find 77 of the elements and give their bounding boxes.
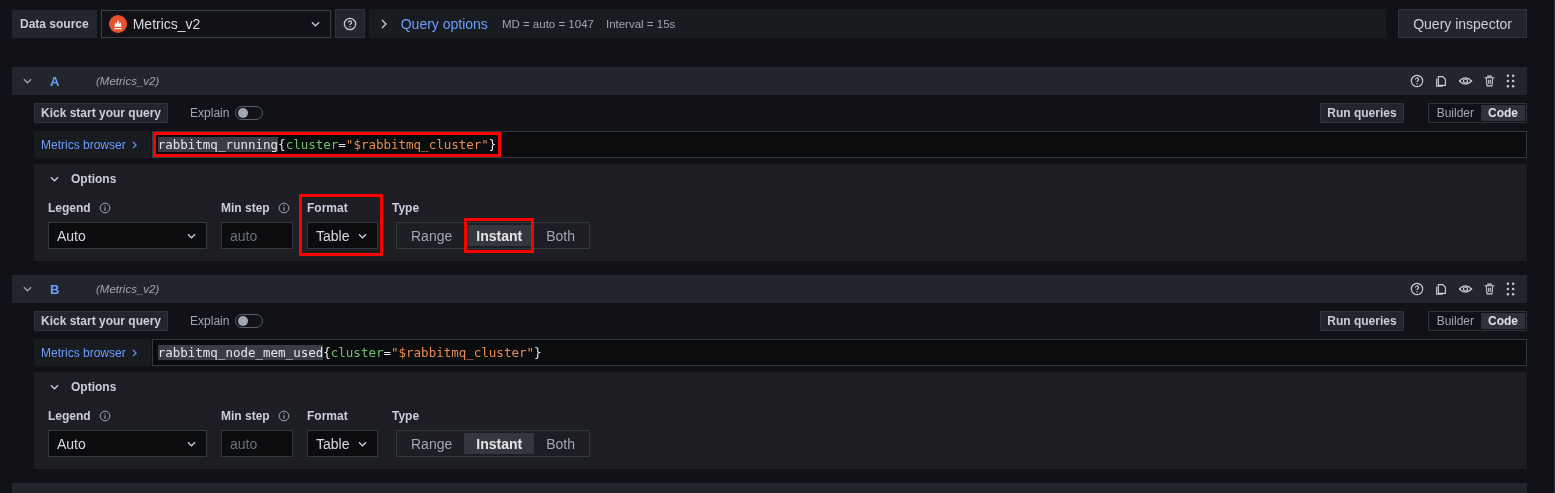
query-input-field[interactable]: rabbitmq_node_mem_used{cluster="$rabbitmq_cluster"} [151,339,1527,366]
info-icon [98,410,111,422]
kick-start-button[interactable]: Kick start your query [34,103,169,123]
mode-option[interactable]: Code [1481,313,1525,329]
caret-icon [187,440,196,447]
trash-icon[interactable] [1483,282,1496,296]
caret-icon [310,20,320,27]
chevron-right-icon [131,349,137,358]
eye-icon[interactable] [1458,282,1473,296]
metrics-browser-button[interactable]: Metrics browser [34,131,151,158]
help-button[interactable] [334,9,365,38]
query-ref-label[interactable]: B [50,281,96,297]
chevron-right-icon [380,18,387,29]
legend-select[interactable]: Auto [48,222,207,249]
legend-select[interactable]: Auto [48,430,207,457]
copy-icon[interactable] [1434,74,1448,88]
chevron-right-icon [131,141,137,150]
run-queries-button[interactable]: Run queries [1320,311,1404,331]
query-expression: rabbitmq_running{cluster="$rabbitmq_cluster"} [152,132,502,157]
min-step-label: Min step [221,201,270,215]
data-source-label: Data source [12,9,97,38]
flame-logo-icon [108,14,127,33]
min-step-label: Min step [221,409,270,423]
interval-info: Interval = 15s [605,17,676,30]
type-option[interactable]: Both [534,225,587,246]
query-inspector-button[interactable]: Query inspector [1398,9,1527,38]
drag-handle-icon[interactable] [1506,282,1515,296]
type-option[interactable]: Range [399,433,465,454]
query-input-field[interactable]: rabbitmq_running{cluster="$rabbitmq_cluster"} [151,131,1527,158]
format-label: Format [307,201,348,215]
type-option[interactable]: Both [534,433,587,454]
info-icon [277,410,290,422]
data-source-select[interactable]: Metrics_v2 [100,9,331,38]
query-data-source: (Metrics_v2) [96,75,160,87]
type-option[interactable]: Instant [464,433,535,454]
help-icon[interactable] [1410,282,1424,296]
caret-icon [358,440,367,447]
collapse-chevron-icon[interactable] [50,176,59,182]
collapse-chevron-icon[interactable] [23,286,32,292]
caret-icon [358,232,367,239]
trash-icon[interactable] [1483,74,1496,88]
type-label: Type [392,201,420,215]
query-expression: rabbitmq_node_mem_used{cluster="$rabbitmq_cluster"} [156,344,543,362]
collapse-chevron-icon[interactable] [23,78,32,84]
max-data-points-info: MD = auto = 1047 [501,17,594,30]
format-select[interactable]: Table [307,430,378,457]
info-icon [277,202,290,214]
mode-option[interactable]: Builder [1429,313,1481,329]
options-title[interactable]: Options [71,172,117,186]
options-title[interactable]: Options [71,380,117,394]
query-data-source: (Metrics_v2) [96,283,160,295]
drag-handle-icon[interactable] [1506,74,1515,88]
query-options-bar[interactable]: Query options MD = auto = 1047 Interval = 15s [368,9,1387,38]
run-queries-button[interactable]: Run queries [1320,103,1404,123]
caret-icon [187,232,196,239]
type-option[interactable]: Range [399,225,465,246]
mode-option[interactable]: Code [1481,105,1525,121]
info-icon [98,202,111,214]
query-options-link[interactable]: Query options [400,15,488,32]
min-step-input[interactable]: auto [221,222,293,249]
type-label: Type [392,409,420,423]
eye-icon[interactable] [1458,74,1473,88]
copy-icon[interactable] [1434,282,1448,296]
help-icon [342,16,357,31]
mode-option[interactable]: Builder [1429,105,1481,121]
metrics-browser-button[interactable]: Metrics browser [34,339,151,366]
collapse-chevron-icon[interactable] [50,384,59,390]
min-step-input[interactable]: auto [221,430,293,457]
format-label: Format [307,409,348,423]
query-ref-label[interactable]: A [50,73,96,89]
kick-start-button[interactable]: Kick start your query [34,311,169,331]
explain-label: Explain [190,314,230,328]
legend-label: Legend [48,409,91,423]
legend-label: Legend [48,201,91,215]
explain-label: Explain [190,106,230,120]
format-select[interactable]: Table [307,222,378,249]
help-icon[interactable] [1410,74,1424,88]
